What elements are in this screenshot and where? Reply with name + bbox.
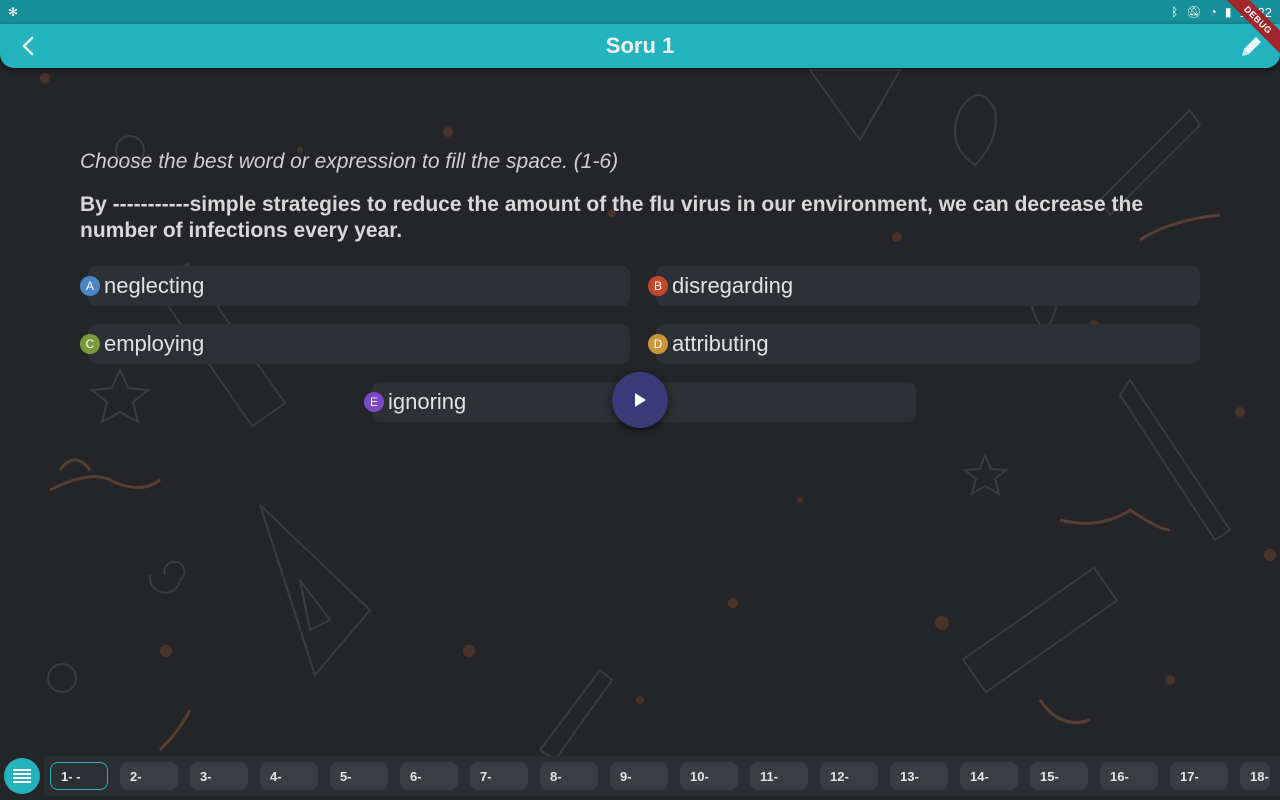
question-chip[interactable]: 13- [890,762,948,790]
option-c-text: employing [104,331,205,356]
option-a-text: neglecting [104,273,205,298]
app-bar: Soru 1 [0,24,1280,68]
question-chip[interactable]: 8- [540,762,598,790]
question-chip[interactable]: 3- [190,762,248,790]
menu-icon [13,769,31,783]
play-icon [635,393,646,407]
question-nav: 1- - 2- 3- 4- 5- 6- 7- 8- 9- 10- 11- 12-… [50,762,1270,790]
status-bar: ✻ ᛒ 🔕︎ ◔ ▮ 14:22 [0,0,1280,24]
question-chip[interactable]: 9- [610,762,668,790]
option-d-badge: D [648,334,668,354]
question-stem: By -----------simple strategies to reduc… [80,193,1144,242]
option-e-text: ignoring [388,389,467,414]
question-chip[interactable]: 7- [470,762,528,790]
option-b-badge: B [648,276,668,296]
question-chip[interactable]: 15- [1030,762,1088,790]
question-chip[interactable]: 10- [680,762,738,790]
question-chip[interactable]: 5- [330,762,388,790]
question-chip[interactable]: 2- [120,762,178,790]
question-chip[interactable]: 4- [260,762,318,790]
question-chip[interactable]: 1- - [50,762,108,790]
question-chip[interactable]: 18- [1240,762,1270,790]
bluetooth-icon: ᛒ [1171,5,1179,19]
option-b-text: disregarding [672,273,794,298]
question-chip[interactable]: 14- [960,762,1018,790]
option-c-badge: C [80,334,100,354]
option-c[interactable]: C employing [80,324,630,364]
option-d-text: attributing [672,331,769,356]
question-chip[interactable]: 11- [750,762,808,790]
question-chip[interactable]: 12- [820,762,878,790]
question-chip[interactable]: 17- [1170,762,1228,790]
question-chip[interactable]: 6- [400,762,458,790]
page-title: Soru 1 [605,33,675,58]
menu-button[interactable] [4,758,40,794]
mute-icon: 🔕︎ [1186,5,1202,19]
question-chip[interactable]: 16- [1100,762,1158,790]
debug-banner: DEBUG [1219,0,1280,59]
app-notification-icon: ✻ [8,5,19,19]
play-button[interactable] [612,372,668,428]
option-b[interactable]: B disregarding [648,266,1200,306]
question-instruction: Choose the best word or expression to fi… [80,150,619,173]
option-e-badge: E [364,392,384,412]
option-d[interactable]: D attributing [648,324,1200,364]
option-a[interactable]: A neglecting [80,266,630,306]
option-a-badge: A [80,276,100,296]
debug-ribbon: DEBUG [1210,0,1280,70]
